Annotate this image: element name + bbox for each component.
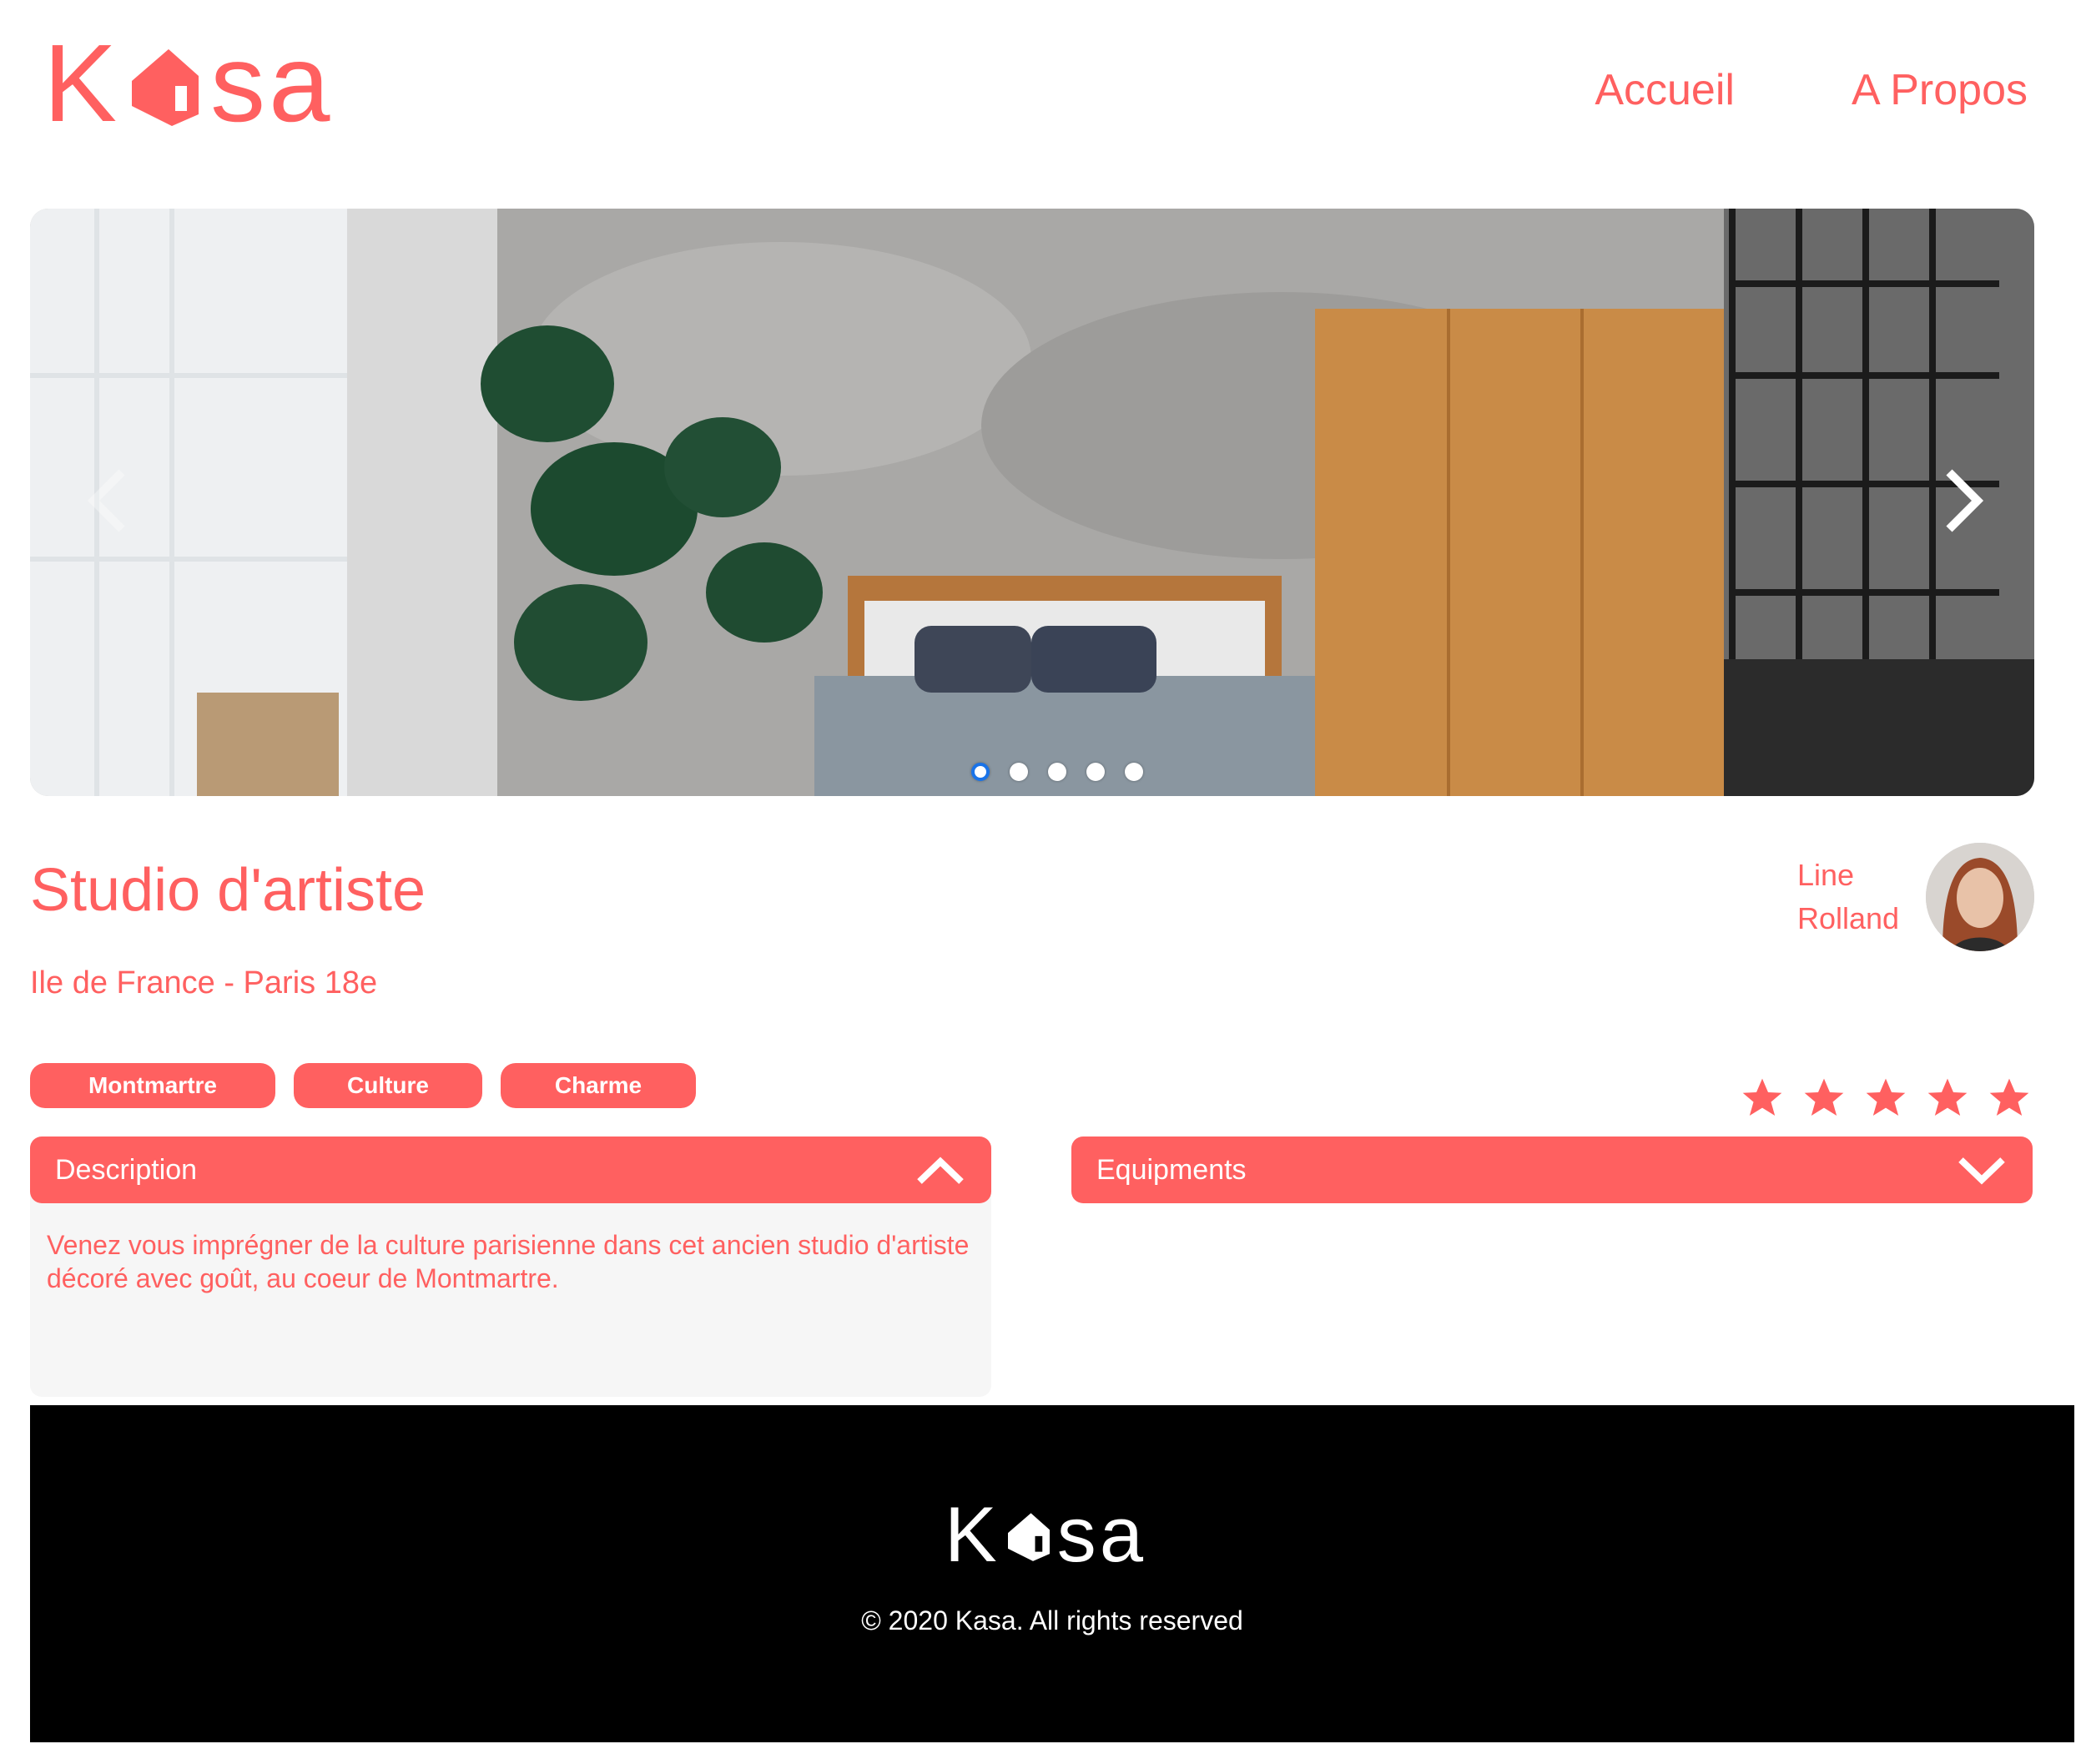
main-nav: Accueil A Propos [1595,60,2028,120]
nav-link-home[interactable]: Accueil [1595,60,1735,120]
host-first-name: Line [1797,858,1855,892]
host-name: Line Rolland [1797,854,1922,940]
carousel-dot[interactable] [1048,763,1066,781]
tag: Montmartre [30,1063,275,1108]
tag-list: Montmartre Culture Charme [30,1063,696,1108]
star-icon [1742,1078,1782,1116]
nav-link-about[interactable]: A Propos [1852,60,2028,120]
chevron-up-icon[interactable] [915,1153,966,1187]
listing-title: Studio d'artiste [30,857,426,924]
tag: Culture [294,1063,482,1108]
carousel-dot[interactable] [1086,763,1105,781]
footer-logo-letter-k: K [945,1490,1000,1578]
kasa-logo[interactable]: K sa [43,22,334,144]
carousel-dot[interactable] [1125,763,1143,781]
description-text: Venez vous imprégner de la culture paris… [30,1187,991,1397]
star-icon [1927,1078,1968,1116]
description-label: Description [55,1153,198,1186]
logo-letters-sa: sa [210,22,334,144]
rating [1739,1075,2033,1121]
footer: K sa © 2020 Kasa. All rights reserved [30,1405,2074,1742]
description-collapse: Description Venez vous imprégner de la c… [30,1137,991,1397]
image-carousel [30,209,2034,796]
carousel-prev-button[interactable] [70,459,145,542]
carousel-dot[interactable] [971,763,990,781]
host-avatar [1926,843,2034,951]
listing-location: Ile de France - Paris 18e [30,965,378,1000]
footer-logo: K sa [945,1490,1146,1578]
tag: Charme [501,1063,696,1108]
star-icon [1804,1078,1844,1116]
avatar-image [1926,843,2034,951]
listing-photo [30,209,2034,796]
equipments-label: Equipments [1096,1153,1247,1186]
logo-letter-k: K [43,22,121,144]
carousel-dot[interactable] [1010,763,1028,781]
carousel-next-button[interactable] [1926,459,2001,542]
copyright-text: © 2020 Kasa. All rights reserved [861,1605,1243,1635]
host-last-name: Rolland [1797,901,1900,935]
chevron-left-icon [87,469,125,532]
star-icon [1866,1078,1906,1116]
house-icon [1007,1513,1050,1561]
chevron-down-icon[interactable] [1956,1153,2008,1187]
header: K sa Accueil A Propos [0,0,2081,200]
footer-logo-letters-sa: sa [1056,1490,1146,1578]
star-icon [1989,1078,2029,1116]
carousel-dots [971,763,1143,781]
equipments-collapse: Equipments [1071,1137,2033,1203]
house-icon [132,49,199,126]
description-toggle[interactable]: Description [30,1137,991,1203]
host-info: Line Rolland [1797,843,2034,951]
chevron-right-icon [1946,469,1984,532]
equipments-toggle[interactable]: Equipments [1071,1137,2033,1203]
